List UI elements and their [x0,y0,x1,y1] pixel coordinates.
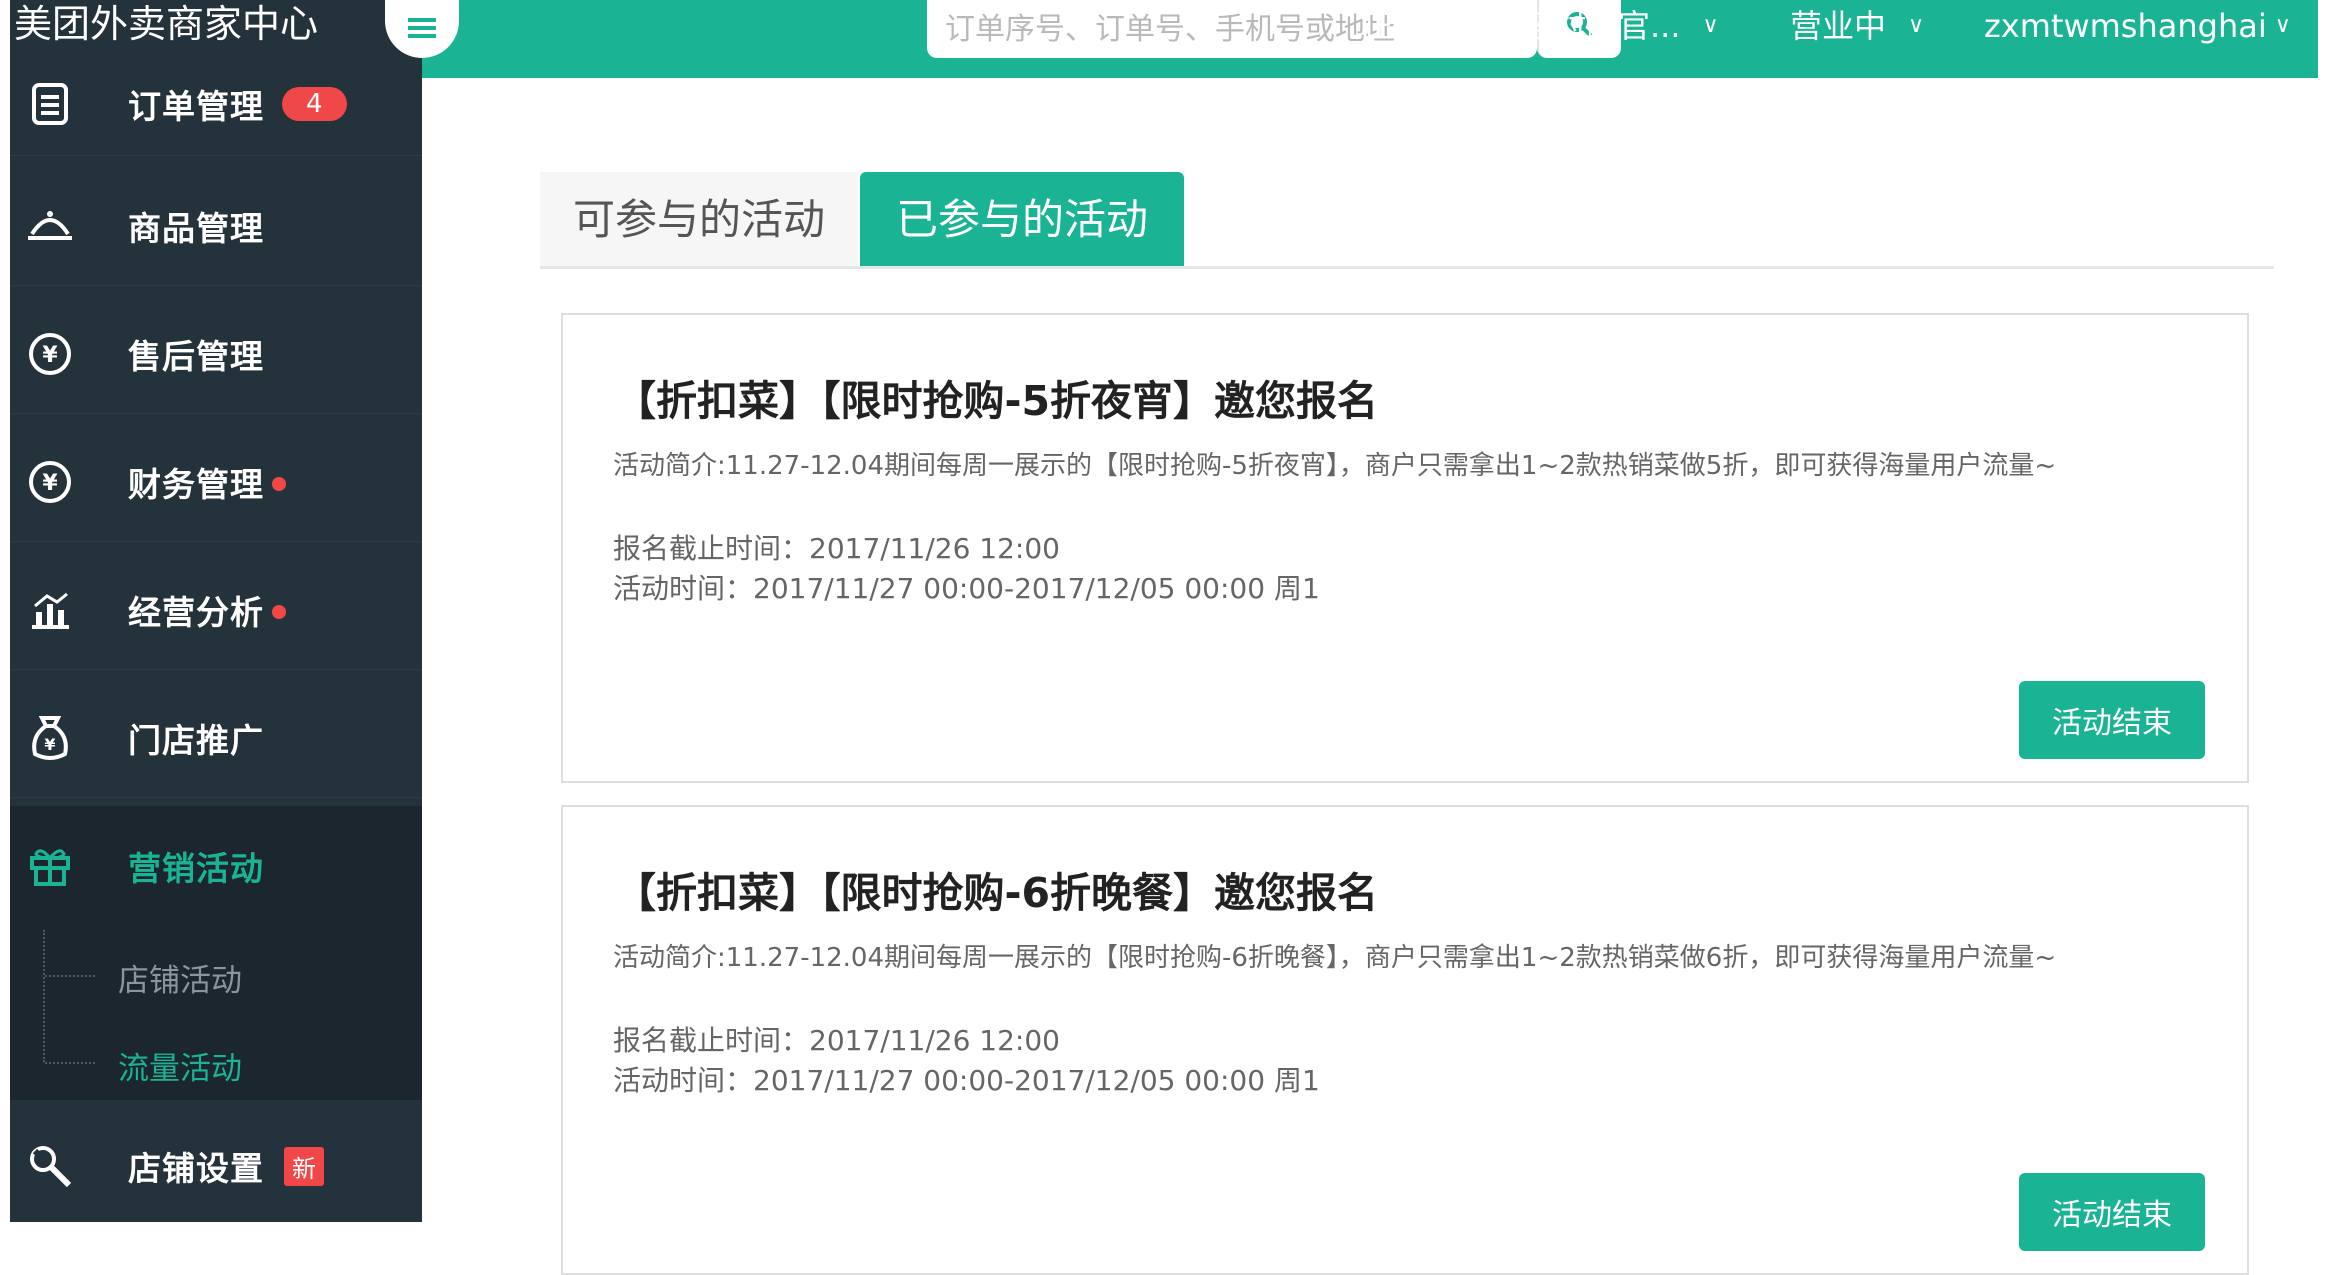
submenu-item-store-activity[interactable]: 店铺活动 [118,955,242,1000]
activity-card: 【折扣菜】【限时抢购-6折晚餐】邀您报名 活动简介:11.27-12.04期间每… [561,805,2249,1275]
sidebar-item-label: 营销活动 [128,849,264,888]
brand-title: 美团外卖商家中心 [14,2,319,46]
sidebar-item-analytics[interactable]: 经营分析 [10,550,422,670]
yen-icon: ¥ [20,452,80,512]
hamburger-icon [407,9,437,49]
activity-period: 活动时间：2017/11/27 00:00-2017/12/05 00:00 周… [613,1064,1320,1097]
sidebar-item-after-sales[interactable]: ¥ 售后管理 [10,294,422,414]
after-sale-icon: ¥ [20,324,80,384]
submenu-tree-line [43,930,47,1062]
activity-card: 【折扣菜】【限时抢购-5折夜宵】邀您报名 活动简介:11.27-12.04期间每… [561,313,2249,783]
chart-icon [20,580,80,640]
gift-icon [20,836,80,896]
svg-text:¥: ¥ [42,471,58,496]
store-name: 正新鸡排（蓝村路官... [1362,7,1681,45]
sidebar-item-label: 经营分析 [128,592,264,632]
sidebar-item-label: 售后管理 [128,336,264,376]
sidebar-item-products[interactable]: 商品管理 [10,166,422,286]
activity-ended-button[interactable]: 活动结束 [2019,681,2205,759]
submenu-tree-branch [45,975,95,977]
sidebar: 美团外卖商家中心 订单管理 4 商品管理 ¥ 售后管理 ¥ 财务管理 经营分析 [10,0,422,1222]
business-status-selector[interactable]: 营业中 ∨ [1790,0,1924,52]
signup-deadline: 报名截止时间：2017/11/26 12:00 [613,532,1060,565]
sidebar-item-promotion[interactable]: ¥ 门店推广 [10,678,422,798]
new-badge: 新 [284,1146,324,1186]
chevron-down-icon: ∨ [1908,13,1925,38]
activity-description: 活动简介:11.27-12.04期间每周一展示的【限时抢购-5折夜宵】，商户只需… [613,451,2057,481]
tab-available-activities[interactable]: 可参与的活动 [540,172,858,267]
notification-dot [272,604,286,619]
activity-title: 【折扣菜】【限时抢购-5折夜宵】邀您报名 [615,377,1379,425]
top-header: 正新鸡排（蓝村路官... ∨ 营业中 ∨ zxmtwmshanghai ∨ [422,0,2318,78]
submenu-tree-branch [45,1062,95,1064]
store-selector[interactable]: 正新鸡排（蓝村路官... ∨ [1362,0,1719,52]
tab-joined-activities[interactable]: 已参与的活动 [860,172,1184,267]
svg-text:¥: ¥ [44,735,55,754]
sidebar-item-label: 订单管理 [128,86,264,126]
dish-cover-icon [20,196,80,256]
wrench-icon [20,1136,80,1196]
business-status: 营业中 [1790,7,1887,45]
sidebar-item-orders[interactable]: 订单管理 4 [10,52,422,156]
sidebar-item-label: 店铺设置 [128,1149,264,1188]
activity-ended-button[interactable]: 活动结束 [2019,1173,2205,1251]
user-menu[interactable]: zxmtwmshanghai ∨ [1984,0,2291,52]
notification-dot [272,476,286,491]
money-bag-icon: ¥ [20,708,80,768]
chevron-down-icon: ∨ [1702,13,1719,38]
order-icon [20,74,80,134]
activity-description: 活动简介:11.27-12.04期间每周一展示的【限时抢购-6折晚餐】，商户只需… [613,943,2057,973]
sidebar-item-label: 财务管理 [128,464,264,504]
activity-period: 活动时间：2017/11/27 00:00-2017/12/05 00:00 周… [613,572,1320,605]
sidebar-item-label: 商品管理 [128,208,264,248]
tab-divider [540,266,2274,269]
username: zxmtwmshanghai [1984,7,2267,45]
sidebar-item-store-settings[interactable]: 店铺设置 新 [10,1110,422,1222]
sidebar-item-finance[interactable]: ¥ 财务管理 [10,422,422,542]
activity-title: 【折扣菜】【限时抢购-6折晚餐】邀您报名 [615,869,1379,917]
order-count-badge: 4 [282,86,347,121]
signup-deadline: 报名截止时间：2017/11/26 12:00 [613,1024,1060,1057]
sidebar-item-label: 门店推广 [128,720,264,760]
svg-text:¥: ¥ [42,343,58,368]
chevron-down-icon: ∨ [2274,13,2291,38]
submenu-item-traffic-activity[interactable]: 流量活动 [118,1043,242,1088]
